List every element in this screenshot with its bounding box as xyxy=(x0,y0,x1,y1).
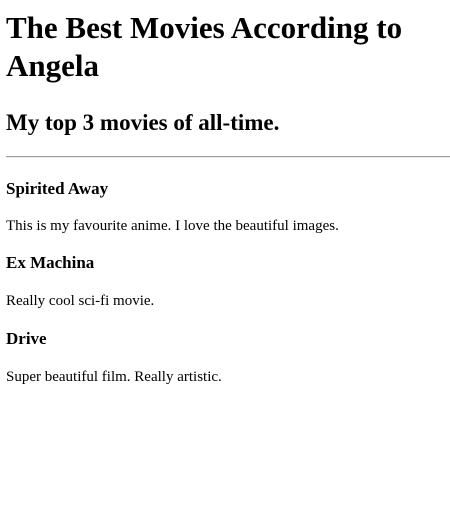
divider xyxy=(6,156,450,158)
movie-description: This is my favourite anime. I love the b… xyxy=(6,218,339,234)
page-subtitle: My top 3 movies of all-time. xyxy=(6,110,280,135)
movie-description: Super beautiful film. Really artistic. xyxy=(6,369,222,385)
movie-item: Ex Machina Really cool sci-fi movie. xyxy=(6,253,450,310)
movie-description: Really cool sci-fi movie. xyxy=(6,293,155,309)
movie-item: Spirited Away This is my favourite anime… xyxy=(6,179,450,235)
movie-item: Drive Super beautiful film. Really artis… xyxy=(6,329,450,386)
movie-title: Drive xyxy=(6,329,47,348)
movie-list: Spirited Away This is my favourite anime… xyxy=(6,179,450,386)
page-title: The Best Movies According to Angela xyxy=(6,10,403,83)
movie-title: Ex Machina xyxy=(6,253,95,272)
movie-title: Spirited Away xyxy=(6,179,109,198)
page-content: The Best Movies According to Angela My t… xyxy=(0,9,450,386)
